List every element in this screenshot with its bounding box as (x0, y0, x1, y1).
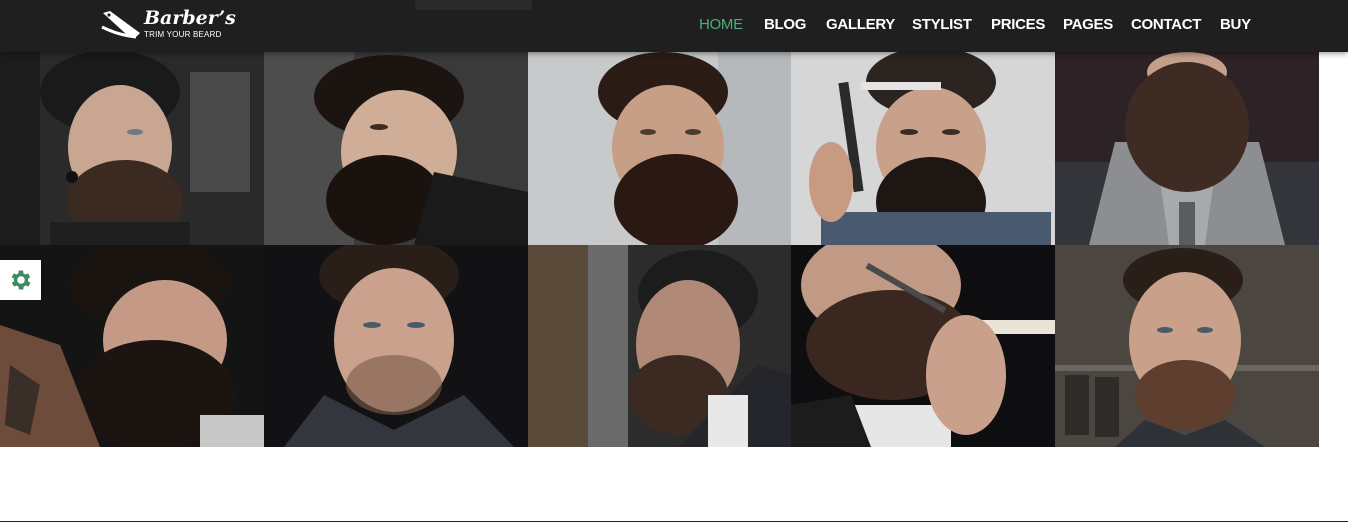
nav-item-home[interactable]: HOME (699, 16, 743, 34)
nav-item-prices[interactable]: PRICES (991, 16, 1045, 34)
brand-logo[interactable]: Barber’s TRIM YOUR BEARD (100, 7, 236, 43)
nav-item-blog[interactable]: BLOG (764, 16, 806, 34)
header-bar: Barber’s TRIM YOUR BEARD HOME BLOG GALLE… (0, 0, 1348, 52)
footer-divider (0, 521, 1348, 522)
gear-icon (11, 270, 31, 290)
bearded-man-beanie-photo[interactable] (0, 52, 264, 245)
beard-striped-shirt-photo[interactable] (1055, 52, 1319, 245)
nav-item-buy[interactable]: BUY (1220, 16, 1251, 34)
header-tab (415, 0, 532, 10)
nav-item-contact[interactable]: CONTACT (1131, 16, 1201, 34)
brand-tagline: TRIM YOUR BEARD (144, 30, 222, 39)
stubble-man-coat-photo[interactable] (264, 245, 528, 447)
bearded-man-profile-photo[interactable] (264, 52, 528, 245)
brand-title: Barber’s (144, 7, 236, 29)
nav-item-stylist[interactable]: STYLIST (912, 16, 972, 34)
nav-item-gallery[interactable]: GALLERY (826, 16, 895, 34)
man-shaving-razor-photo[interactable] (791, 245, 1055, 447)
mustache-man-barbershop-photo[interactable] (1055, 245, 1319, 447)
man-holding-straight-razor-photo[interactable] (791, 52, 1055, 245)
bearded-man-light-wall-photo[interactable] (528, 52, 791, 245)
settings-toggle-button[interactable] (0, 260, 41, 300)
bearded-man-window-photo[interactable] (528, 245, 791, 447)
nav-item-pages[interactable]: PAGES (1063, 16, 1113, 34)
photo-gallery (0, 52, 1319, 447)
straight-razor-icon (101, 11, 140, 39)
